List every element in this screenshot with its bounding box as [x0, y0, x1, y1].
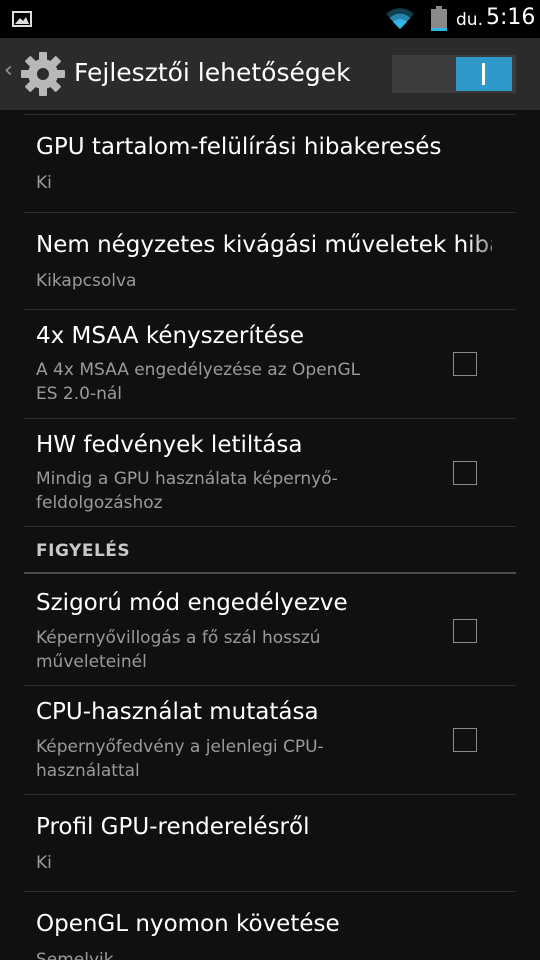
image-notification-icon [12, 11, 32, 27]
up-navigation-button[interactable]: ‹ [0, 38, 70, 110]
pref-summary-line2: használattal [36, 761, 140, 781]
section-header-monitoring: FIGYELÉS [24, 535, 516, 574]
status-bar: du. 5:16 [0, 0, 540, 38]
developer-options-master-switch[interactable] [392, 55, 516, 93]
action-bar: ‹ Fejlesztői lehetőségek [0, 38, 540, 110]
page-title: Fejlesztői lehetőségek [74, 58, 351, 87]
strict-mode-checkbox[interactable] [453, 619, 477, 643]
pref-title: OpenGL nyomon követése [36, 911, 340, 937]
pref-summary: Semelyik [36, 950, 114, 960]
battery-icon [431, 6, 447, 31]
chevron-left-icon: ‹ [4, 58, 13, 83]
pref-title: CPU-használat mutatása [36, 699, 319, 725]
disable-hw-overlays-checkbox[interactable] [453, 461, 477, 485]
pref-summary: Mindig a GPU használata képernyő- [36, 469, 338, 489]
pref-title: Szigorú mód engedélyezve [36, 590, 348, 616]
pref-summary: Ki [36, 853, 52, 873]
switch-thumb [456, 57, 512, 91]
pref-title: HW fedvények letiltása [36, 432, 303, 458]
pref-non-rect-clip[interactable]: Nem négyzetes kivágási műveletek hibaker… [24, 212, 516, 310]
pref-title: GPU tartalom-felülírási hibakeresés [36, 134, 442, 160]
pref-summary-line2: ES 2.0-nál [36, 384, 123, 404]
status-time: 5:16 [486, 5, 536, 30]
pref-summary-line2: feldolgozáshoz [36, 493, 163, 513]
pref-opengl-traces[interactable]: OpenGL nyomon követése Semelyik [24, 891, 516, 960]
section-header-label: FIGYELÉS [36, 541, 131, 561]
pref-summary: Képernyőfedvény a jelenlegi CPU- [36, 737, 324, 757]
pref-title: Profil GPU-renderelésről [36, 814, 310, 840]
show-cpu-usage-checkbox[interactable] [453, 728, 477, 752]
wifi-icon [386, 8, 414, 29]
pref-title: 4x MSAA kényszerítése [36, 323, 305, 349]
pref-summary: Képernyővillogás a fő szál hosszú [36, 628, 321, 648]
pref-summary-line2: műveleteinél [36, 652, 147, 672]
force-msaa-checkbox[interactable] [453, 352, 477, 376]
settings-list: GPU tartalom-felülírási hibakeresés Ki N… [0, 110, 540, 960]
pref-profile-gpu-rendering[interactable]: Profil GPU-renderelésről Ki [24, 794, 516, 892]
status-ampm: du. [456, 10, 483, 30]
pref-disable-hw-overlays[interactable]: HW fedvények letiltása Mindig a GPU hasz… [24, 418, 516, 527]
settings-gear-icon [21, 52, 65, 96]
pref-force-msaa[interactable]: 4x MSAA kényszerítése A 4x MSAA engedély… [24, 309, 516, 419]
pref-title: Nem négyzetes kivágási műveletek hibaker… [36, 232, 492, 258]
pref-gpu-overdraw[interactable]: GPU tartalom-felülírási hibakeresés Ki [24, 114, 516, 213]
pref-summary: Ki [36, 173, 52, 193]
pref-summary: A 4x MSAA engedélyezése az OpenGL [36, 360, 361, 380]
pref-summary: Kikapcsolva [36, 271, 137, 291]
pref-show-cpu-usage[interactable]: CPU-használat mutatása Képernyőfedvény a… [24, 685, 516, 795]
pref-strict-mode[interactable]: Szigorú mód engedélyezve Képernyővillogá… [24, 576, 516, 686]
